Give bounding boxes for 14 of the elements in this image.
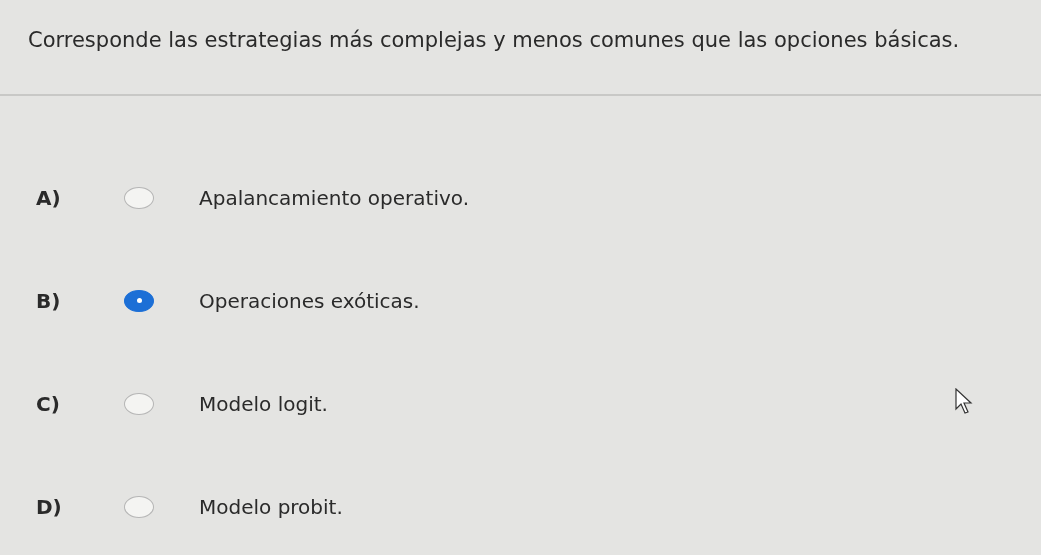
option-letter: C): [35, 391, 61, 416]
option-letter: A): [35, 185, 62, 210]
option-label: Modelo probit.: [199, 494, 343, 519]
radio-button[interactable]: [124, 392, 154, 415]
option-letter: B): [35, 288, 62, 313]
option-label: Apalancamiento operativo.: [199, 185, 470, 210]
radio-button[interactable]: [124, 495, 154, 518]
option-letter: D): [35, 494, 63, 519]
option-label: Operaciones exóticas.: [199, 288, 420, 313]
mouse-pointer-icon: [955, 388, 975, 414]
option-label: Modelo logit.: [199, 391, 328, 416]
radio-button[interactable]: [124, 289, 154, 312]
question-text: Corresponde las estrategias más complejas y menos comunes que las opciones básicas.: [28, 28, 960, 52]
radio-button[interactable]: [124, 186, 154, 209]
